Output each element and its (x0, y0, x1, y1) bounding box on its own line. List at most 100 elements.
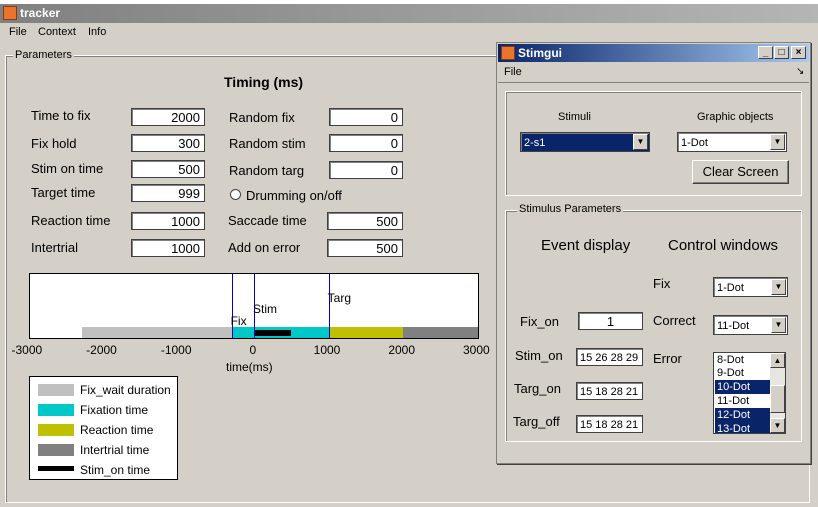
random-targ-field[interactable]: 0 (329, 161, 403, 179)
menu-context[interactable]: Context (38, 26, 76, 38)
legend-swatch (38, 404, 74, 416)
random-stim-label: Random stim (229, 136, 306, 151)
control-windows-label: Control windows (668, 237, 779, 254)
fix-on-label: Fix_on (520, 314, 560, 329)
scroll-thumb[interactable] (770, 385, 785, 413)
stimulus-parameters-label: Stimulus Parameters (517, 203, 624, 215)
graphic-objects-value: 1-Dot (681, 137, 708, 149)
tracker-title-bar[interactable]: tracker (0, 4, 818, 23)
correct-window-label: Correct (653, 313, 696, 328)
error-window-label: Error (653, 351, 682, 366)
fix-hold-label: Fix hold (31, 136, 77, 151)
drumming-label: Drumming on/off (246, 188, 342, 203)
random-stim-field[interactable]: 0 (329, 134, 403, 152)
saccade-time-field[interactable]: 500 (327, 212, 403, 230)
x-tick-label: 3000 (463, 343, 490, 357)
list-item[interactable]: 8-Dot (715, 353, 771, 367)
chevron-down-icon: ▼ (633, 134, 648, 150)
bar-intertrial (403, 327, 478, 338)
targ-on-label: Targ_on (514, 381, 561, 396)
legend: Fix_wait duration Fixation time Reaction… (29, 376, 178, 480)
marker-label-fix: Fix (230, 314, 247, 328)
marker-line-targ (328, 274, 330, 338)
random-fix-field[interactable]: 0 (329, 108, 403, 126)
graphic-objects-label: Graphic objects (697, 111, 774, 123)
dock-arrow-icon[interactable]: ↘ (796, 66, 804, 77)
matlab-icon (3, 6, 17, 20)
legend-label: Fix_wait duration (80, 383, 171, 397)
drumming-radio[interactable] (230, 189, 241, 200)
chevron-down-icon: ▼ (770, 134, 785, 150)
stim-on-label: Stim_on (515, 348, 563, 363)
stimuli-select-value: 2-s1 (524, 137, 546, 149)
fix-window-value: 1-Dot (717, 282, 744, 294)
add-on-error-label: Add on error (228, 240, 301, 255)
stim-on-time-label: Stim on time (31, 161, 104, 176)
scroll-up-icon[interactable]: ▲ (770, 353, 785, 368)
targ-off-field[interactable]: 15 18 28 21 (576, 415, 643, 433)
clear-screen-button[interactable]: Clear Screen (692, 160, 789, 184)
legend-swatch (38, 466, 74, 471)
correct-window-select[interactable]: 11-Dot ▼ (713, 315, 788, 335)
fix-on-field[interactable]: 1 (578, 312, 643, 330)
intertrial-label: Intertrial (31, 240, 78, 255)
targ-on-field[interactable]: 15 18 28 21 (576, 382, 643, 400)
scrollbar[interactable]: ▲ ▼ (770, 353, 785, 433)
add-on-error-field[interactable]: 500 (327, 239, 403, 257)
tracker-title: tracker (20, 6, 61, 20)
stimgui-title-bar[interactable]: Stimgui _ □ × (498, 44, 809, 62)
stimuli-label: Stimuli (558, 111, 592, 123)
legend-label: Intertrial time (80, 443, 150, 457)
event-display-label: Event display (541, 237, 631, 254)
x-tick-label: -3000 (11, 343, 43, 357)
fix-window-select[interactable]: 1-Dot ▼ (713, 277, 788, 297)
intertrial-field[interactable]: 1000 (131, 239, 205, 257)
list-item[interactable]: 13-Dot (715, 422, 771, 433)
list-item[interactable]: 10-Dot (715, 380, 771, 394)
maximize-icon[interactable]: □ (774, 46, 789, 59)
target-time-field[interactable]: 999 (131, 184, 205, 202)
x-tick-label: 2000 (388, 343, 416, 357)
graphic-objects-select[interactable]: 1-Dot ▼ (677, 132, 787, 152)
close-icon[interactable]: × (791, 46, 806, 59)
random-fix-label: Random fix (229, 110, 295, 125)
stim-on-time-field[interactable]: 500 (131, 160, 205, 178)
x-tick-label: 0 (249, 343, 257, 357)
marker-label-stim: Stim (253, 302, 277, 316)
x-axis-label: time(ms) (226, 360, 273, 374)
target-time-label: Target time (31, 185, 96, 200)
correct-window-value: 11-Dot (717, 320, 750, 332)
list-item[interactable]: 9-Dot (715, 366, 771, 380)
legend-label: Fixation time (80, 403, 149, 417)
reaction-time-label: Reaction time (31, 213, 111, 228)
legend-label: Reaction time (80, 423, 154, 437)
marker-line-fix (231, 274, 233, 338)
list-item[interactable]: 11-Dot (715, 394, 771, 408)
chevron-down-icon: ▼ (771, 317, 786, 333)
list-item[interactable]: 12-Dot (715, 408, 771, 422)
timing-heading: Timing (ms) (224, 74, 304, 90)
time-to-fix-field[interactable]: 2000 (131, 108, 205, 126)
minimize-icon[interactable]: _ (758, 46, 773, 59)
matlab-icon (501, 46, 515, 60)
error-window-listbox[interactable]: 8-Dot 9-Dot 10-Dot 11-Dot 12-Dot 13-Dot … (713, 352, 786, 434)
menu-file[interactable]: File (9, 26, 27, 38)
scroll-down-icon[interactable]: ▼ (770, 418, 785, 433)
legend-label: Stim_on time (80, 463, 151, 477)
menu-info[interactable]: Info (88, 26, 106, 38)
fix-hold-field[interactable]: 300 (131, 134, 205, 152)
tracker-menubar (0, 23, 818, 43)
legend-swatch (38, 424, 74, 436)
bar-fix-wait (82, 327, 232, 338)
time-to-fix-label: Time to fix (31, 108, 91, 123)
targ-off-label: Targ_off (513, 414, 560, 429)
stimuli-select[interactable]: 2-s1 ▼ (520, 132, 650, 152)
marker-label-targ: Targ (327, 291, 351, 305)
stimgui-menu-file[interactable]: File (504, 66, 522, 78)
legend-swatch (38, 384, 74, 396)
stim-on-field[interactable]: 15 26 28 29 (576, 348, 643, 366)
reaction-time-field[interactable]: 1000 (131, 212, 205, 230)
x-tick-label: 1000 (313, 343, 341, 357)
divider (498, 82, 809, 83)
fix-window-label: Fix (653, 276, 671, 291)
